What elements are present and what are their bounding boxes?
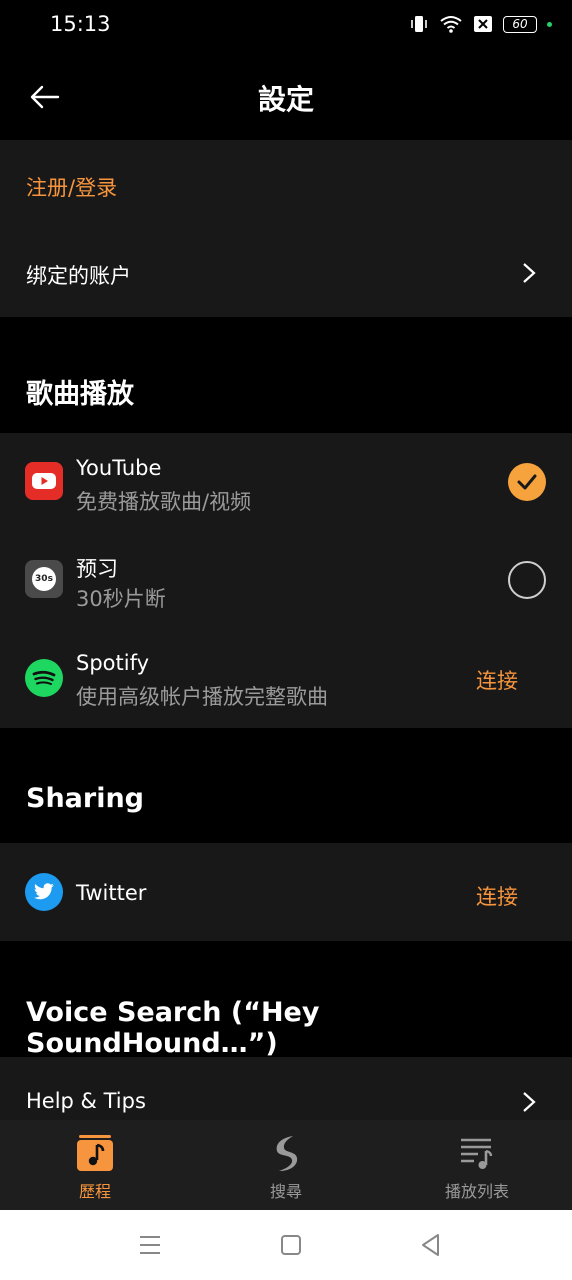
nav-label-playlist: 播放列表 <box>444 1182 509 1201</box>
spotify-subtitle: 使用高级帐户播放完整歌曲 <box>76 685 328 709</box>
playback-option-youtube[interactable]: YouTube 免费播放歌曲/视频 <box>0 433 572 531</box>
playback-card: YouTube 免费播放歌曲/视频 30s 预习 30秒片断 Spotify 使… <box>0 433 572 728</box>
system-navigation-bar <box>0 1210 572 1280</box>
youtube-selected-check[interactable] <box>508 463 546 501</box>
youtube-title: YouTube <box>76 456 162 480</box>
soundhound-logo-icon <box>276 1136 298 1171</box>
help-card: Help & Tips <box>0 1057 572 1120</box>
playback-option-preview[interactable]: 30s 预习 30秒片断 <box>0 531 572 629</box>
preview-subtitle: 30秒片断 <box>76 587 166 611</box>
help-tips-row[interactable]: Help & Tips <box>0 1057 572 1120</box>
chevron-right-icon <box>523 263 536 283</box>
app-header: 設定 <box>0 52 572 140</box>
page-title: 設定 <box>257 83 314 116</box>
vibrate-icon <box>411 16 427 32</box>
nav-tab-playlist[interactable]: 播放列表 <box>382 1120 572 1210</box>
linked-accounts-label: 绑定的账户 <box>26 264 131 288</box>
nav-tab-search[interactable]: 搜尋 <box>191 1120 381 1210</box>
music-note-icon <box>77 1135 113 1171</box>
wifi-icon <box>440 16 462 33</box>
spotify-connect-button[interactable]: 连接 <box>476 665 518 695</box>
youtube-icon <box>25 462 63 500</box>
nav-label-search: 搜尋 <box>269 1182 302 1201</box>
checkmark-icon <box>517 474 537 490</box>
nav-label-history: 歷程 <box>78 1182 111 1201</box>
menu-icon[interactable] <box>137 1232 163 1258</box>
status-bar: 15:13 60 <box>0 0 572 52</box>
spotify-title: Spotify <box>76 651 150 675</box>
status-icons: 60 <box>409 14 552 34</box>
back-triangle-icon[interactable] <box>418 1232 444 1258</box>
twitter-icon <box>25 873 63 911</box>
sharing-option-twitter[interactable]: Twitter 连接 <box>0 843 572 941</box>
twitter-connect-button[interactable]: 连接 <box>476 881 518 911</box>
youtube-subtitle: 免费播放歌曲/视频 <box>76 490 252 514</box>
help-tips-label: Help & Tips <box>26 1089 146 1113</box>
linked-accounts-row[interactable]: 绑定的账户 <box>0 228 572 317</box>
login-row[interactable]: 注册/登录 <box>0 140 572 228</box>
sharing-card: Twitter 连接 <box>0 843 572 941</box>
playback-option-spotify[interactable]: Spotify 使用高级帐户播放完整歌曲 连接 <box>0 629 572 728</box>
login-label: 注册/登录 <box>26 176 118 200</box>
preview-icon-text: 30s <box>32 567 56 591</box>
home-square-icon[interactable] <box>278 1232 304 1258</box>
voice-search-section-title[interactable]: Voice Search (“Hey SoundHound…”) <box>26 997 572 1059</box>
no-sim-icon <box>474 16 492 32</box>
notification-dot <box>547 21 552 27</box>
chevron-right-icon <box>523 1092 536 1112</box>
bottom-navigation: 歷程 搜尋 播放列表 <box>0 1120 572 1210</box>
sharing-section-title: Sharing <box>26 783 145 814</box>
account-card: 注册/登录 绑定的账户 <box>0 140 572 317</box>
status-time: 15:13 <box>50 12 111 36</box>
preview-title: 预习 <box>76 557 118 581</box>
battery-indicator: 60 <box>503 15 537 33</box>
preview-30s-icon: 30s <box>25 560 63 598</box>
playback-section-title: 歌曲播放 <box>26 379 134 410</box>
spotify-icon <box>25 659 63 697</box>
settings-screen: 15:13 60 設定 注册/登录 绑定的账户 歌曲播放 YouTube 免费播… <box>0 0 572 1280</box>
playlist-icon <box>461 1138 493 1169</box>
preview-radio-button[interactable] <box>508 561 546 599</box>
twitter-title: Twitter <box>76 881 147 905</box>
battery-level: 60 <box>512 17 528 31</box>
nav-tab-history[interactable]: 歷程 <box>0 1120 190 1210</box>
